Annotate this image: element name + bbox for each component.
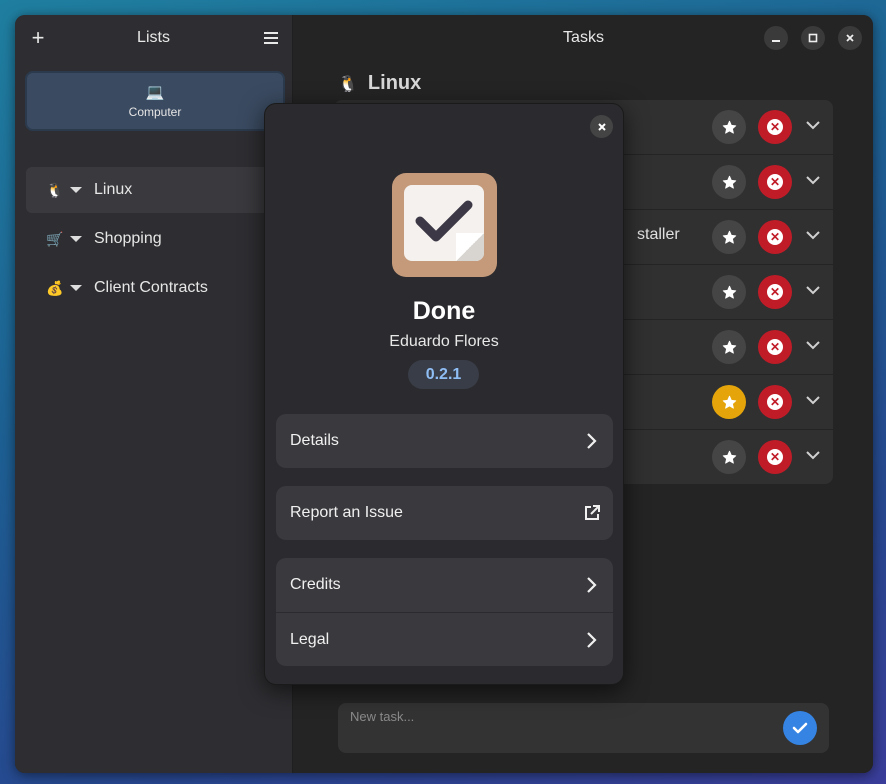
star-icon — [722, 175, 736, 189]
external-link-icon — [585, 505, 600, 520]
add-task-button[interactable] — [783, 711, 817, 745]
expand-caret-icon[interactable] — [70, 285, 82, 291]
app-icon-fold — [456, 233, 484, 261]
delete-task-button[interactable]: ✕ — [758, 220, 792, 254]
close-circle-icon: ✕ — [767, 119, 783, 135]
sidebar-title: Lists — [137, 29, 170, 46]
delete-task-button[interactable]: ✕ — [758, 440, 792, 474]
details-group: Details — [276, 414, 613, 468]
credits-legal-group: Credits Legal — [276, 558, 613, 666]
favorite-button[interactable] — [712, 165, 746, 199]
favorite-button[interactable] — [712, 330, 746, 364]
app-name: Done — [412, 297, 476, 325]
list-emoji: 🛒 — [46, 230, 64, 247]
report-group: Report an Issue — [276, 486, 613, 540]
sidebar-item-label: Client Contracts — [94, 279, 208, 296]
close-circle-icon: ✕ — [767, 449, 783, 465]
list-heading: 🐧 Linux — [338, 72, 421, 95]
details-row[interactable]: Details — [276, 414, 613, 468]
maximize-button[interactable] — [801, 26, 825, 50]
report-issue-row[interactable]: Report an Issue — [276, 486, 613, 540]
delete-task-button[interactable]: ✕ — [758, 110, 792, 144]
chevron-down-icon[interactable] — [804, 391, 822, 409]
star-icon — [722, 120, 736, 134]
minimize-icon — [772, 40, 780, 42]
star-icon — [722, 285, 736, 299]
favorite-button[interactable] — [712, 110, 746, 144]
sidebar-header: + Lists — [15, 15, 292, 61]
favorite-button[interactable] — [712, 275, 746, 309]
close-circle-icon: ✕ — [767, 394, 783, 410]
legal-row[interactable]: Legal — [276, 612, 613, 666]
source-computer[interactable]: 💻 Computer — [25, 71, 285, 131]
list-emoji: 🐧 — [46, 181, 64, 198]
delete-task-button[interactable]: ✕ — [758, 330, 792, 364]
chevron-right-icon — [587, 433, 597, 449]
about-dialog: Done Eduardo Flores 0.2.1 Details Report… — [264, 103, 624, 685]
favorite-button[interactable] — [712, 220, 746, 254]
maximize-icon — [808, 33, 818, 43]
close-circle-icon: ✕ — [767, 174, 783, 190]
sidebar-item-client-contracts[interactable]: 💰 Client Contracts — [26, 265, 284, 311]
report-issue-label: Report an Issue — [290, 504, 403, 521]
close-circle-icon: ✕ — [767, 229, 783, 245]
source-label: Computer — [128, 105, 182, 119]
favorite-button[interactable] — [712, 385, 746, 419]
new-task-input[interactable] — [350, 709, 770, 724]
chevron-down-icon[interactable] — [804, 446, 822, 464]
close-icon — [846, 34, 854, 42]
delete-task-button[interactable]: ✕ — [758, 275, 792, 309]
legal-label: Legal — [290, 630, 330, 648]
expand-caret-icon[interactable] — [70, 236, 82, 242]
laptop-icon: 💻 — [145, 84, 165, 101]
sidebar-item-label: Linux — [94, 181, 133, 198]
expand-caret-icon[interactable] — [70, 187, 82, 193]
minimize-button[interactable] — [764, 26, 788, 50]
favorite-button[interactable] — [712, 440, 746, 474]
star-icon — [722, 395, 736, 409]
checkmark-icon — [792, 722, 808, 734]
chevron-down-icon[interactable] — [804, 336, 822, 354]
delete-task-button[interactable]: ✕ — [758, 165, 792, 199]
list-emoji: 💰 — [46, 279, 64, 296]
sidebar-item-linux[interactable]: 🐧 Linux — [26, 167, 284, 213]
star-icon — [722, 230, 736, 244]
chevron-down-icon[interactable] — [804, 171, 822, 189]
sidebar-item-shopping[interactable]: 🛒 Shopping — [26, 216, 284, 262]
new-task-bar — [338, 703, 829, 753]
star-icon — [722, 340, 736, 354]
app-icon — [392, 173, 497, 277]
chevron-right-icon — [587, 632, 597, 648]
version-badge: 0.2.1 — [408, 360, 479, 389]
close-circle-icon: ✕ — [767, 284, 783, 300]
list-name: Linux — [367, 72, 422, 94]
credits-row[interactable]: Credits — [276, 558, 613, 612]
task-title: staller — [637, 226, 680, 243]
sidebar-item-label: Shopping — [94, 230, 162, 247]
list-emoji: 🐧 — [338, 75, 358, 93]
chevron-down-icon[interactable] — [804, 281, 822, 299]
chevron-right-icon — [587, 577, 597, 593]
sidebar: + Lists 💻 Computer 🐧 Linux 🛒 Shopping 💰 … — [15, 15, 293, 773]
star-icon — [722, 450, 736, 464]
main-menu-button[interactable] — [258, 25, 284, 51]
delete-task-button[interactable]: ✕ — [758, 385, 792, 419]
chevron-down-icon[interactable] — [804, 226, 822, 244]
chevron-down-icon[interactable] — [804, 116, 822, 134]
hamburger-icon — [264, 32, 278, 44]
close-circle-icon: ✕ — [767, 339, 783, 355]
close-window-button[interactable] — [838, 26, 862, 50]
credits-label: Credits — [290, 576, 341, 593]
dialog-close-button[interactable] — [590, 115, 613, 138]
close-icon — [597, 122, 606, 131]
developer-name: Eduardo Flores — [389, 333, 499, 350]
details-label: Details — [290, 432, 339, 449]
